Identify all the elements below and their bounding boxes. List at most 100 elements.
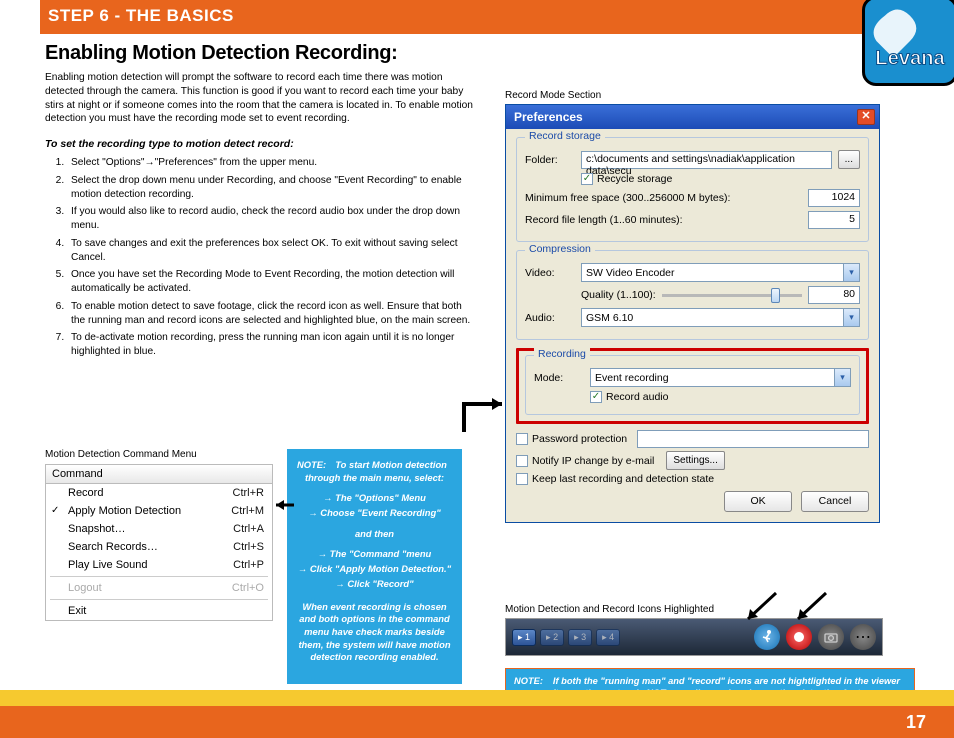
cmd-play-live-sound[interactable]: Play Live SoundCtrl+P [46, 556, 272, 574]
page-number: 17 [906, 712, 926, 733]
step-title: STEP 6 - THE BASICS [48, 6, 234, 25]
keep-last-checkbox[interactable] [516, 473, 528, 485]
ok-button[interactable]: OK [724, 491, 792, 512]
note-line: → Click "Apply Motion Detection." [297, 563, 452, 576]
legend: Recording [534, 348, 590, 360]
cmd-shortcut: Ctrl+P [233, 559, 264, 571]
snapshot-icon[interactable] [818, 624, 844, 650]
cmd-label: Search Records… [68, 541, 233, 553]
note-start-motion-detection: NOTE:To start Motion detection through t… [287, 449, 462, 684]
password-protection-checkbox[interactable] [516, 433, 528, 445]
footer-accent [0, 690, 954, 706]
note-line: → The "Options" Menu [297, 492, 452, 505]
record-audio-checkbox[interactable]: ✓ [590, 391, 602, 403]
cancel-button[interactable]: Cancel [801, 491, 869, 512]
step-item: Select the drop down menu under Recordin… [67, 174, 475, 202]
camera-tab[interactable]: ▸ 4 [596, 629, 620, 646]
reclen-label: Record file length (1..60 minutes): [525, 214, 802, 226]
cmd-label: Play Live Sound [68, 559, 233, 571]
notify-label: Notify IP change by e-mail [532, 455, 654, 467]
note-text: When event recording is chosen and both … [297, 601, 452, 664]
minfree-input[interactable]: 1024 [808, 189, 860, 207]
cmd-label: Logout [68, 582, 232, 594]
folder-input[interactable]: c:\documents and settings\nadiak\applica… [581, 151, 832, 169]
note-label: NOTE: [297, 459, 326, 472]
camera-tab[interactable]: ▸ 2 [540, 629, 564, 646]
video-encoder-select[interactable]: SW Video Encoder ▾ [581, 263, 860, 282]
cmd-label: Snapshot… [68, 523, 233, 535]
cmd-shortcut: Ctrl+M [231, 505, 264, 517]
mode-label: Mode: [534, 372, 584, 384]
legend: Compression [525, 243, 595, 255]
step-item: Select "Options"→"Preferences" from the … [67, 156, 475, 170]
cmd-shortcut: Ctrl+A [233, 523, 264, 535]
reclen-input[interactable]: 5 [808, 211, 860, 229]
titlebar[interactable]: Preferences ✕ [506, 105, 879, 129]
step-item: To enable motion detect to save footage,… [67, 300, 475, 328]
cmd-record[interactable]: RecordCtrl+R [46, 484, 272, 502]
cmd-label: Record [68, 487, 233, 499]
browse-button[interactable]: ... [838, 150, 860, 169]
minfree-label: Minimum free space (300..256000 M bytes)… [525, 192, 802, 204]
article-subheading: To set the recording type to motion dete… [45, 138, 475, 150]
recording-highlight-box: Recording Mode: Event recording ▾ ✓ Recor… [516, 348, 869, 424]
preferences-caption: Record Mode Section [505, 90, 601, 101]
preferences-dialog: Preferences ✕ Record storage Folder: c:\… [505, 104, 880, 523]
header-bar: STEP 6 - THE BASICS [40, 0, 922, 34]
page-content: Enabling Motion Detection Recording: Ena… [0, 34, 954, 674]
combo-value: SW Video Encoder [586, 267, 675, 279]
iconbar-caption: Motion Detection and Record Icons Highli… [505, 604, 714, 615]
cmd-snapshot[interactable]: Snapshot…Ctrl+A [46, 520, 272, 538]
cmd-apply-motion-detection[interactable]: ✓Apply Motion DetectionCtrl+M [46, 502, 272, 520]
chevron-down-icon: ▾ [843, 309, 859, 326]
close-button[interactable]: ✕ [857, 109, 875, 125]
camera-tab[interactable]: ▸ 3 [568, 629, 592, 646]
toolbar-iconbar: ▸ 1 ▸ 2 ▸ 3 ▸ 4 ⋯ [505, 618, 883, 656]
step-item: Once you have set the Recording Mode to … [67, 268, 475, 296]
note-line: → The "Command "menu [297, 548, 452, 561]
legend: Record storage [525, 130, 605, 142]
pwd-label: Password protection [532, 433, 627, 445]
dialog-title: Preferences [514, 110, 857, 124]
cmd-exit[interactable]: Exit [46, 602, 272, 620]
recording-mode-select[interactable]: Event recording ▾ [590, 368, 851, 387]
chevron-down-icon: ▾ [843, 264, 859, 281]
command-menu-header[interactable]: Command [46, 465, 272, 484]
keep-label: Keep last recording and detection state [532, 473, 714, 485]
combo-value: Event recording [595, 372, 669, 384]
note-line: → Choose "Event Recording" [297, 507, 452, 520]
chevron-down-icon: ▾ [834, 369, 850, 386]
step-item: If you would also like to record audio, … [67, 205, 475, 233]
quality-label: Quality (1..100): [581, 289, 656, 301]
group-record-storage: Record storage Folder: c:\documents and … [516, 137, 869, 242]
check-icon: ✓ [51, 505, 59, 516]
article-heading: Enabling Motion Detection Recording: [45, 42, 475, 65]
video-label: Video: [525, 267, 575, 279]
article-intro: Enabling motion detection will prompt th… [45, 71, 475, 126]
cmd-search-records[interactable]: Search Records…Ctrl+S [46, 538, 272, 556]
note-text: To start Motion detection through the ma… [305, 459, 447, 483]
steps-list: Select "Options"→"Preferences" from the … [45, 156, 475, 359]
arrow-icon [460, 396, 510, 436]
running-man-icon[interactable] [754, 624, 780, 650]
password-input[interactable] [637, 430, 869, 448]
cmd-shortcut: Ctrl+R [233, 487, 264, 499]
footer-bar: 17 [0, 706, 954, 738]
quality-input[interactable]: 80 [808, 286, 860, 304]
camera-tab[interactable]: ▸ 1 [512, 629, 536, 646]
record-audio-label: Record audio [606, 391, 668, 403]
settings-button[interactable]: Settings... [666, 451, 724, 470]
group-recording: Recording Mode: Event recording▾ ✓ Recor… [525, 355, 860, 415]
cmd-logout: LogoutCtrl+O [46, 579, 272, 597]
note-line: and then [297, 528, 452, 541]
recycle-checkbox[interactable]: ✓ [581, 173, 593, 185]
record-icon[interactable] [786, 624, 812, 650]
cmd-label: Exit [68, 605, 264, 617]
cmd-shortcut: Ctrl+S [233, 541, 264, 553]
quality-slider[interactable] [662, 286, 802, 304]
footer: 17 [0, 690, 954, 738]
recycle-label: Recycle storage [597, 173, 672, 185]
audio-codec-select[interactable]: GSM 6.10▾ [581, 308, 860, 327]
more-icon[interactable]: ⋯ [850, 624, 876, 650]
notify-ip-checkbox[interactable] [516, 455, 528, 467]
